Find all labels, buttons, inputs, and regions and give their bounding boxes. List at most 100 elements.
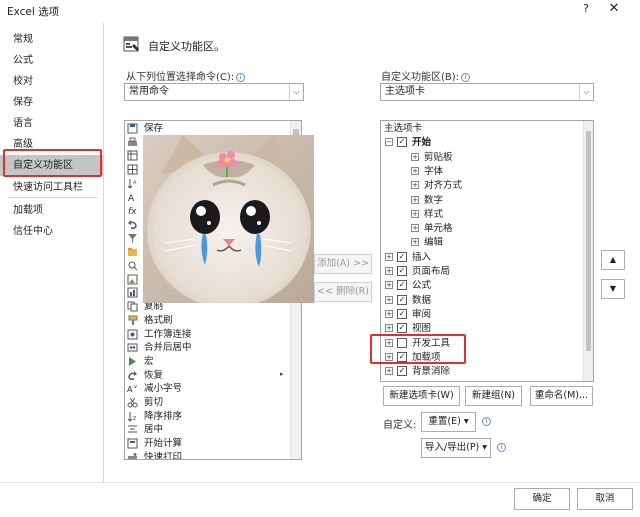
expand-icon[interactable]: + — [411, 152, 419, 161]
command-label: 工作簿连接 — [144, 328, 192, 340]
reset-dropdown-button[interactable]: 重置(E) ▾ — [421, 412, 476, 432]
help-button[interactable]: ? — [578, 2, 594, 18]
checkbox-checked[interactable]: ✓ — [397, 266, 407, 276]
dialog-footer: 确定 取消 — [0, 482, 640, 517]
ribbon-tree-item[interactable]: + 字体 — [381, 165, 581, 178]
command-list-item[interactable]: 保存 — [127, 122, 287, 135]
ribbon-tree-scrollbar[interactable] — [583, 121, 593, 381]
svg-text:Z: Z — [133, 416, 137, 422]
expand-icon[interactable]: + — [385, 367, 393, 376]
commands-source-dropdown[interactable]: 常用命令 ⌵ — [124, 83, 304, 101]
expand-icon[interactable]: + — [411, 238, 419, 247]
window-title: Excel 选项 — [7, 6, 60, 18]
ribbon-tree-item[interactable]: − ✓ 开始 — [381, 136, 581, 149]
checkbox-checked[interactable]: ✓ — [397, 308, 407, 319]
collapse-icon[interactable]: − — [385, 138, 393, 147]
sidebar-item[interactable]: 公式 — [0, 50, 103, 71]
add-button[interactable]: 添加(A) >> — [314, 254, 372, 274]
cancel-button[interactable]: 取消 — [577, 488, 633, 510]
page-title: 自定义功能区。 — [148, 40, 225, 53]
sidebar-item[interactable]: 常规 — [0, 29, 103, 50]
expand-icon[interactable]: + — [411, 166, 419, 175]
command-label: 剪切 — [144, 397, 164, 408]
annotation-red-box-developer — [370, 334, 466, 364]
command-list-item[interactable]: Z 降序排序 — [127, 410, 287, 423]
ribbon-tree-item[interactable]: + 编辑 — [381, 236, 581, 249]
command-list-item[interactable]: 宏 — [127, 355, 287, 368]
expand-icon[interactable]: + — [385, 267, 393, 275]
ribbon-tree-item[interactable]: 主选项卡 — [381, 122, 581, 135]
remove-button[interactable]: << 删除(R) — [314, 282, 372, 302]
align-center-icon — [127, 424, 138, 435]
sidebar-item[interactable]: 语言 — [0, 113, 103, 134]
expand-icon[interactable]: + — [385, 295, 393, 304]
command-list-item[interactable]: Av 减小字号 — [127, 382, 287, 395]
command-list-item[interactable]: 剪切 — [127, 396, 287, 409]
command-list-item[interactable]: 快速打印 — [127, 451, 287, 459]
sidebar-item[interactable]: 校对 — [0, 71, 103, 92]
checkbox-checked[interactable]: ✓ — [397, 280, 407, 291]
ribbon-tree-item[interactable]: + ✓ 背景消除 — [381, 365, 581, 378]
ok-button[interactable]: 确定 — [514, 488, 570, 510]
ribbon-tree-item[interactable]: + 数字 — [381, 194, 581, 207]
command-label: 降序排序 — [144, 410, 183, 422]
command-label: 格式刷 — [144, 314, 173, 326]
checkbox-checked[interactable]: ✓ — [397, 251, 407, 262]
folder-icon — [127, 246, 138, 257]
sort-desc-icon: Z — [127, 411, 138, 422]
table-icon — [127, 150, 138, 161]
command-list-item[interactable]: 合并后居中 — [127, 341, 287, 354]
expand-icon[interactable]: + — [385, 324, 393, 333]
expand-icon[interactable]: + — [385, 252, 393, 261]
command-label: 保存 — [144, 123, 164, 134]
import-export-dropdown-button[interactable]: 导入/导出(P) ▾ — [421, 438, 491, 458]
grid-icon — [127, 164, 138, 175]
ribbon-tree-label: 数字 — [424, 194, 444, 206]
ribbon-tree-item[interactable]: + ✓ 公式 — [381, 279, 581, 292]
expand-icon[interactable]: + — [385, 281, 393, 290]
move-up-button[interactable]: ▲ — [601, 250, 625, 270]
ribbon-tree-item[interactable]: + ✓ 审阅 — [381, 308, 581, 321]
sidebar-item[interactable]: 加载项 — [0, 200, 103, 221]
svg-text:A: A — [128, 194, 135, 203]
command-list-item[interactable]: 居中 — [127, 423, 287, 436]
sidebar-item[interactable]: 保存 — [0, 92, 103, 113]
command-list-item[interactable]: 工作簿连接 — [127, 328, 287, 341]
ribbon-tree-item[interactable]: + 单元格 — [381, 222, 581, 235]
ribbon-tree-scrollbar-thumb[interactable] — [586, 131, 591, 351]
expand-icon[interactable]: + — [411, 224, 419, 233]
chart-icon — [127, 287, 138, 298]
ribbon-tree-label: 数据 — [412, 294, 432, 306]
ribbon-tree-item[interactable]: + 剪贴板 — [381, 151, 581, 164]
expand-icon[interactable]: + — [411, 195, 419, 204]
annotation-red-box-sidebar — [3, 149, 102, 177]
expand-icon[interactable]: + — [385, 309, 393, 318]
checkbox-checked[interactable]: ✓ — [397, 366, 407, 377]
ribbon-tree-item[interactable]: + ✓ 数据 — [381, 294, 581, 307]
ribbon-tree-item[interactable]: + 对齐方式 — [381, 179, 581, 192]
command-list-item[interactable]: 格式刷 — [127, 314, 287, 327]
ribbon-tree-item[interactable]: + 样式 — [381, 208, 581, 221]
new-group-button[interactable]: 新建组(N) — [465, 386, 522, 406]
close-button[interactable]: ✕ — [604, 1, 624, 19]
checkbox-checked[interactable]: ✓ — [397, 323, 407, 334]
sidebar-item[interactable]: 信任中心 — [0, 221, 103, 242]
expand-icon[interactable]: + — [411, 181, 419, 190]
checkbox-checked[interactable]: ✓ — [397, 137, 407, 148]
new-tab-button[interactable]: 新建选项卡(W) — [383, 386, 460, 406]
move-down-button[interactable]: ▼ — [601, 279, 625, 299]
checkbox-checked[interactable]: ✓ — [397, 294, 407, 305]
ribbon-tree-item[interactable]: + ✓ 插入 — [381, 251, 581, 264]
ribbon-tree-label: 单元格 — [424, 223, 453, 235]
rename-button[interactable]: 重命名(M)... — [530, 386, 593, 406]
sidebar-item[interactable]: 快速访问工具栏 — [0, 177, 103, 198]
info-icon: i — [482, 417, 491, 426]
command-list-item[interactable]: 开始计算 — [127, 437, 287, 450]
command-list-item[interactable]: 恢复 — [127, 369, 287, 382]
ribbon-customize-label: 自定义功能区(B): i — [381, 68, 471, 83]
ribbon-tabs-dropdown[interactable]: 主选项卡 ⌵ — [380, 83, 594, 101]
ribbon-tree-item[interactable]: + ✓ 页面布局 — [381, 265, 581, 278]
save-icon — [127, 123, 138, 134]
command-label: 宏 — [144, 355, 154, 367]
expand-icon[interactable]: + — [411, 209, 419, 218]
